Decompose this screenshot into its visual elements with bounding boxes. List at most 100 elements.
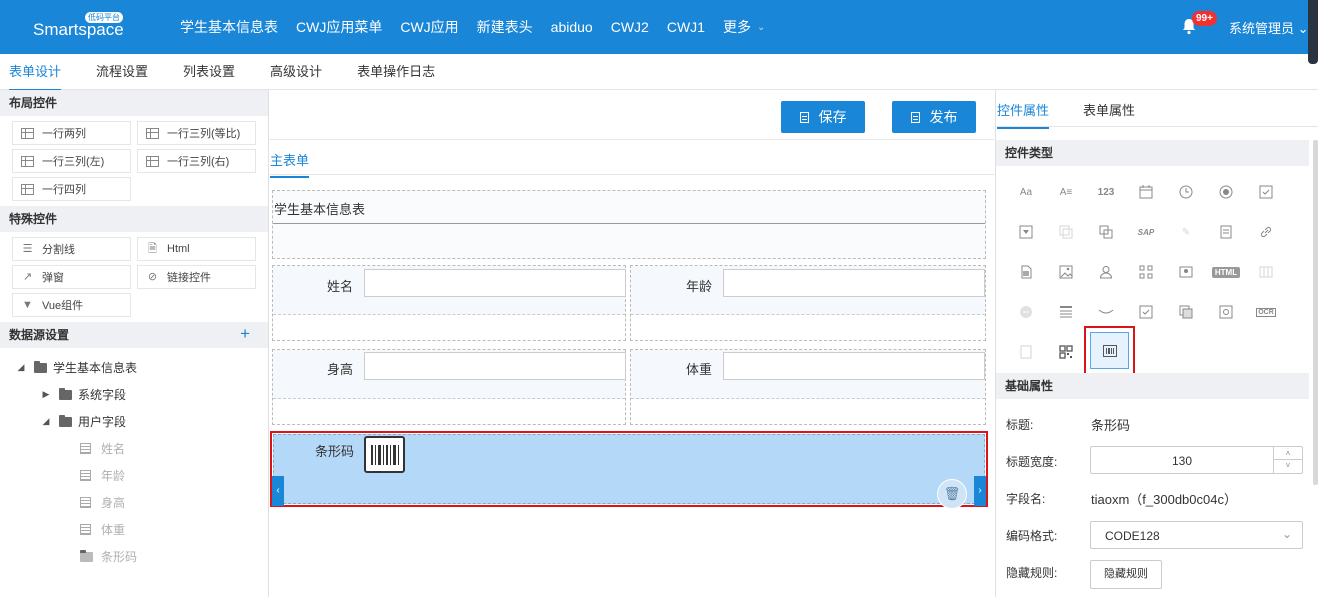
encoding-format-select[interactable]: CODE128 ⌄	[1090, 521, 1303, 549]
multi-select-icon[interactable]	[1050, 216, 1082, 248]
form-cell[interactable]: 年龄	[630, 265, 986, 341]
control-html[interactable]: 🗎 Html	[137, 237, 256, 261]
add-icon[interactable]: +	[240, 325, 250, 343]
tab-main-form[interactable]: 主表单	[270, 150, 310, 178]
property-tabs: 控件属性 表单属性	[996, 90, 1318, 129]
radio-icon[interactable]	[1210, 176, 1242, 208]
html-icon[interactable]: HTML	[1207, 256, 1245, 288]
folder-icon	[80, 549, 93, 562]
nav-item[interactable]: CWJ2	[611, 19, 649, 35]
chevron-down-icon[interactable]: ˅	[1274, 460, 1302, 473]
grid-icon[interactable]	[1250, 256, 1282, 288]
selected-control-type[interactable]	[1084, 326, 1135, 375]
control-link[interactable]: ⊘ 链接控件	[137, 265, 256, 289]
logo[interactable]: Smartspace 低码平台	[33, 12, 124, 44]
selected-barcode-row[interactable]: 条形码 ‹ › 🗑	[270, 431, 988, 509]
caret-down-icon[interactable]: ◢	[41, 416, 51, 427]
nav-item[interactable]: 新建表头	[477, 17, 533, 37]
tab-form-properties[interactable]: 表单属性	[1083, 100, 1135, 127]
tree-node-system[interactable]: ▶ 系统字段	[0, 381, 268, 408]
control-three-columns-left[interactable]: 一行三列(左)	[12, 149, 131, 173]
qrcode-icon[interactable]	[1050, 336, 1082, 368]
image-icon[interactable]	[1050, 256, 1082, 288]
nav-item[interactable]: CWJ应用菜单	[296, 17, 382, 37]
nav-item[interactable]: CWJ1	[667, 19, 705, 35]
number-icon[interactable]: 123	[1090, 176, 1122, 208]
file-icon[interactable]	[1010, 256, 1042, 288]
age-input[interactable]	[723, 269, 985, 297]
control-three-columns-equal[interactable]: 一行三列(等比)	[137, 121, 256, 145]
title-width-stepper[interactable]: 130 ˄ ˅	[1090, 446, 1303, 474]
blank-doc-icon[interactable]	[1010, 336, 1042, 368]
form-cell[interactable]: 体重	[630, 349, 986, 425]
form-cell[interactable]: 身高	[272, 349, 626, 425]
tree-field[interactable]: 身高	[0, 489, 268, 516]
nav-more[interactable]: 更多 ⌄	[723, 17, 765, 37]
org-icon[interactable]	[1130, 256, 1162, 288]
basic-properties-title: 基础属性	[996, 373, 1309, 399]
form-cell[interactable]: 姓名	[272, 265, 626, 341]
tree-field[interactable]: 姓名	[0, 435, 268, 462]
control-four-columns[interactable]: 一行四列	[12, 177, 131, 201]
list-icon[interactable]	[1050, 296, 1082, 328]
pen-icon[interactable]: ✎	[1170, 216, 1202, 248]
tab-form-log[interactable]: 表单操作日志	[357, 54, 435, 90]
search-doc-icon[interactable]	[1210, 296, 1242, 328]
height-input[interactable]	[364, 352, 626, 380]
eye-closed-icon[interactable]	[1090, 296, 1122, 328]
publish-button[interactable]: 发布	[892, 101, 976, 133]
user-icon[interactable]	[1090, 256, 1122, 288]
textarea-icon[interactable]: A≡	[1050, 176, 1082, 208]
control-divider[interactable]: ☰ 分割线	[12, 237, 131, 261]
control-three-columns-right[interactable]: 一行三列(右)	[137, 149, 256, 173]
tree-node-root[interactable]: ◢ 学生基本信息表	[0, 354, 268, 381]
user-menu[interactable]: 系统管理员 ⌄	[1229, 18, 1309, 37]
control-vue[interactable]: ▼ Vue组件	[12, 293, 131, 317]
tab-list-settings[interactable]: 列表设置	[183, 54, 235, 90]
caret-right-icon[interactable]: ▶	[41, 389, 51, 400]
checkbox-icon[interactable]	[1250, 176, 1282, 208]
properties-scrollbar[interactable]	[1313, 140, 1318, 485]
tab-form-design[interactable]: 表单设计	[9, 54, 62, 91]
subform-icon[interactable]	[1090, 216, 1122, 248]
minus-circle-icon[interactable]	[1010, 296, 1042, 328]
ocr-icon[interactable]: OCR	[1250, 296, 1282, 328]
form-title-block[interactable]: 学生基本信息表	[272, 190, 986, 259]
tree-node-user[interactable]: ◢ 用户字段	[0, 408, 268, 435]
field-icon	[80, 497, 91, 508]
chevron-right-icon[interactable]: ›	[974, 476, 986, 506]
tab-flow-settings[interactable]: 流程设置	[96, 54, 148, 90]
calendar-icon[interactable]	[1130, 176, 1162, 208]
nav-item[interactable]: 学生基本信息表	[180, 17, 278, 37]
control-two-columns[interactable]: 一行两列	[12, 121, 131, 145]
nav-item[interactable]: abiduo	[551, 19, 593, 35]
clock-icon[interactable]	[1170, 176, 1202, 208]
control-popup[interactable]: ↗ 弹窗	[12, 265, 131, 289]
tab-control-properties[interactable]: 控件属性	[997, 100, 1050, 129]
document-icon[interactable]	[1210, 216, 1242, 248]
barcode-type-icon[interactable]	[1090, 332, 1129, 369]
chevron-up-icon[interactable]: ˄	[1274, 447, 1302, 460]
tab-advanced-design[interactable]: 高级设计	[270, 54, 322, 90]
trash-icon[interactable]: 🗑	[937, 479, 967, 509]
tree-label: 系统字段	[78, 388, 127, 402]
weight-input[interactable]	[723, 352, 985, 380]
tree-field[interactable]: 体重	[0, 516, 268, 543]
hide-rule-button[interactable]: 隐藏规则	[1090, 560, 1162, 589]
save-button[interactable]: 保存	[781, 101, 865, 133]
chevron-left-icon[interactable]: ‹	[272, 476, 284, 506]
tree-field[interactable]: 条形码	[0, 543, 268, 570]
tree-label: 体重	[101, 523, 126, 537]
approve-icon[interactable]	[1130, 296, 1162, 328]
link-icon[interactable]	[1250, 216, 1282, 248]
sap-icon[interactable]: SAP	[1130, 216, 1162, 248]
text-icon[interactable]: Aa	[1010, 176, 1042, 208]
tree-field[interactable]: 年龄	[0, 462, 268, 489]
name-input[interactable]	[364, 269, 626, 297]
id-card-icon[interactable]	[1170, 256, 1202, 288]
title-width-label: 标题宽度:	[1006, 455, 1058, 469]
caret-down-icon[interactable]: ◢	[16, 362, 26, 373]
copy-icon[interactable]	[1170, 296, 1202, 328]
nav-item[interactable]: CWJ应用	[400, 17, 458, 37]
select-icon[interactable]	[1010, 216, 1042, 248]
